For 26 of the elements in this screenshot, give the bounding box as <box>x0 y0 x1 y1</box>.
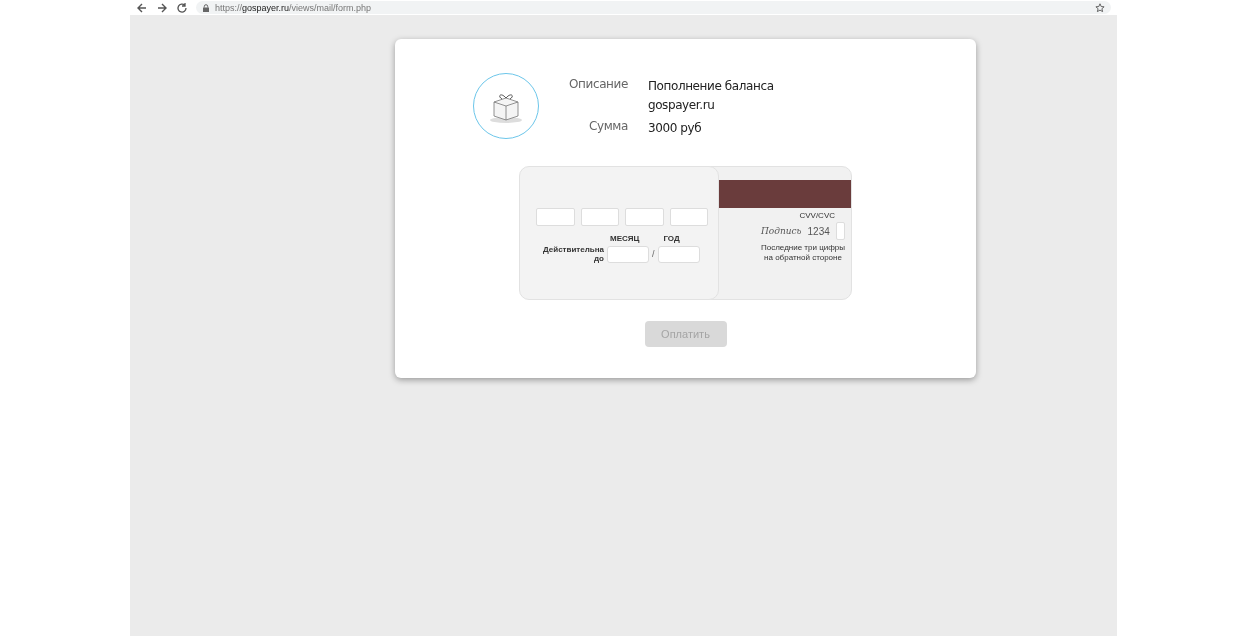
reload-icon[interactable] <box>176 1 188 14</box>
cvv-input-field[interactable] <box>835 222 845 240</box>
field-value: Пополнение баланса gospayer.ru <box>647 78 775 114</box>
year-label: ГОД <box>663 234 680 243</box>
card-number-field[interactable] <box>580 208 619 226</box>
signature-number: 1234 <box>807 225 830 237</box>
card-number-field[interactable] <box>625 208 664 226</box>
cvv-label: CVV/CVC <box>798 210 836 220</box>
lock-icon <box>202 3 210 12</box>
back-icon[interactable] <box>136 1 148 14</box>
expiry-label: Действительна до <box>542 245 604 263</box>
field-value: 3000 руб <box>647 120 703 137</box>
card-number-field[interactable] <box>536 208 575 226</box>
signature-text: Подпись <box>761 226 802 236</box>
card-number-field[interactable] <box>669 208 708 226</box>
url-text: https://gospayer.ru/views/mail/form.php <box>215 2 372 13</box>
month-label: МЕСЯЦ <box>610 234 640 243</box>
month-input-field[interactable] <box>607 245 649 263</box>
bookmark-star-icon[interactable] <box>1095 2 1105 13</box>
field-label: Сумма <box>588 119 628 135</box>
date-separator: / <box>652 249 655 259</box>
forward-icon[interactable] <box>156 1 168 14</box>
cvv-hint: Последние три цифры на обратной стороне <box>760 243 846 263</box>
field-label: Описание <box>569 77 628 93</box>
address-bar[interactable]: https://gospayer.ru/views/mail/form.php <box>196 1 1111 14</box>
year-input-field[interactable] <box>657 245 700 263</box>
